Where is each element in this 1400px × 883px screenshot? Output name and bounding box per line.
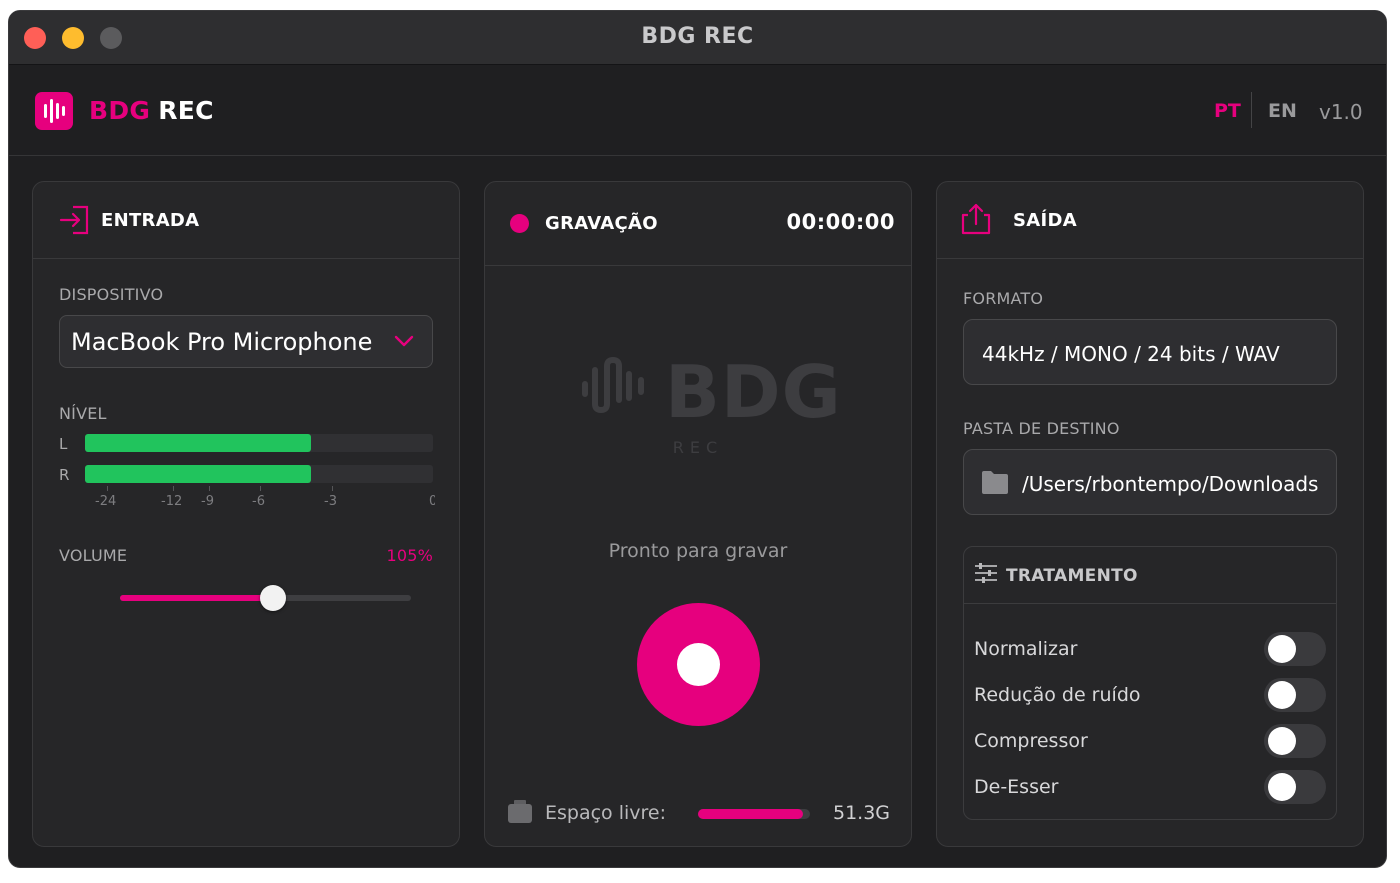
- treatment-header: TRATAMENTO: [964, 547, 1336, 604]
- normalize-toggle[interactable]: [1264, 632, 1326, 666]
- scale-tick: 0: [429, 494, 435, 508]
- watermark-main: BDG: [665, 350, 842, 434]
- record-status-text: Pronto para gravar: [608, 540, 788, 562]
- device-select[interactable]: MacBook Pro Microphone: [59, 315, 433, 368]
- treatment-panel: TRATAMENTO Normalizar Redução de ruído C…: [963, 546, 1337, 820]
- record-status-dot-icon: [510, 214, 529, 233]
- noise-reduction-toggle[interactable]: [1264, 678, 1326, 712]
- record-button-dot-icon: [677, 643, 720, 686]
- disk-icon: [508, 800, 532, 823]
- language-pt-button[interactable]: PT: [1214, 100, 1241, 122]
- app-header: BDG REC PT EN v1.0: [9, 66, 1386, 156]
- meter-left-fill: [85, 434, 312, 452]
- share-upload-icon: [961, 203, 991, 235]
- free-space-bar: [698, 809, 810, 819]
- volume-slider[interactable]: [120, 585, 411, 611]
- record-button[interactable]: [637, 603, 760, 726]
- brand-secondary: REC: [158, 96, 214, 125]
- record-panel-header: GRAVAÇÃO 00:00:00: [485, 182, 911, 266]
- sliders-icon: [975, 563, 997, 583]
- scale-tick: -9: [201, 494, 214, 509]
- meter-right: [85, 465, 433, 483]
- title-bar: BDG REC: [9, 11, 1386, 65]
- device-label: DISPOSITIVO: [59, 285, 164, 304]
- format-label: FORMATO: [963, 289, 1044, 308]
- free-space-value: 51.3G: [833, 802, 891, 824]
- folder-picker[interactable]: /Users/rbontempo/Downloads: [963, 449, 1337, 515]
- scale-tick: -3: [324, 494, 337, 509]
- free-space-label: Espaço livre:: [545, 802, 667, 824]
- folder-label: PASTA DE DESTINO: [963, 419, 1120, 438]
- toggle-knob: [1268, 635, 1296, 663]
- brand-primary: BDG: [89, 96, 151, 125]
- input-panel: ENTRADA DISPOSITIVO MacBook Pro Micropho…: [32, 181, 460, 847]
- language-en-button[interactable]: EN: [1268, 100, 1297, 122]
- watermark-sub: REC: [672, 438, 724, 457]
- output-panel-title: SAÍDA: [1013, 210, 1077, 231]
- chevron-down-icon: [394, 335, 414, 347]
- compressor-toggle[interactable]: [1264, 724, 1326, 758]
- folder-value: /Users/rbontempo/Downloads: [1022, 472, 1319, 496]
- toggle-label: Compressor: [974, 730, 1088, 752]
- scale-tick: -24: [95, 494, 117, 509]
- scale-tick-clip: 0: [429, 488, 435, 508]
- volume-label: VOLUME: [59, 546, 128, 565]
- waveform-logo-icon: [582, 356, 644, 414]
- toggle-knob: [1268, 727, 1296, 755]
- meter-right-label: R: [59, 466, 70, 484]
- record-panel: GRAVAÇÃO 00:00:00 BDG REC Pronto para gr…: [484, 181, 912, 847]
- volume-value: 105%: [386, 546, 433, 565]
- window-title: BDG REC: [641, 24, 754, 49]
- format-select[interactable]: 44kHz / MONO / 24 bits / WAV: [963, 319, 1337, 385]
- level-label: NÍVEL: [59, 404, 107, 423]
- app-window: BDG REC BDG REC PT EN v1.0 ENTRADA DISPOS…: [8, 10, 1387, 868]
- volume-slider-knob[interactable]: [259, 585, 286, 611]
- toggle-knob: [1268, 773, 1296, 801]
- toggle-label: Redução de ruído: [974, 684, 1141, 706]
- login-arrow-icon: [59, 205, 89, 235]
- toggle-row-de-esser: De-Esser: [974, 770, 1326, 806]
- input-panel-header: ENTRADA: [33, 182, 459, 259]
- output-panel-header: SAÍDA: [937, 182, 1363, 259]
- toggle-label: Normalizar: [974, 638, 1078, 660]
- tick-mark: [209, 486, 210, 491]
- app-version: v1.0: [1319, 100, 1363, 124]
- app-logo-icon: [35, 92, 73, 130]
- meter-right-fill: [85, 465, 312, 483]
- folder-icon: [982, 471, 1008, 494]
- toggle-row-compressor: Compressor: [974, 724, 1326, 760]
- tick-mark: [173, 486, 174, 491]
- meter-left: [85, 434, 433, 452]
- record-panel-title: GRAVAÇÃO: [545, 213, 658, 234]
- scale-tick: -6: [252, 494, 265, 509]
- toggle-knob: [1268, 681, 1296, 709]
- format-value: 44kHz / MONO / 24 bits / WAV: [982, 342, 1280, 366]
- tick-mark: [332, 486, 333, 491]
- input-panel-title: ENTRADA: [101, 210, 200, 231]
- tick-mark: [260, 486, 261, 491]
- device-select-value: MacBook Pro Microphone: [71, 328, 373, 356]
- scale-tick: -12: [161, 494, 183, 509]
- app-brand: BDG REC: [89, 96, 214, 125]
- treatment-title: TRATAMENTO: [1006, 566, 1138, 586]
- output-panel: SAÍDA FORMATO 44kHz / MONO / 24 bits / W…: [936, 181, 1364, 847]
- tick-mark: [107, 486, 108, 491]
- record-timer: 00:00:00: [786, 210, 895, 234]
- free-space-bar-fill: [698, 809, 804, 819]
- volume-slider-fill: [120, 595, 273, 601]
- toggle-row-noise-reduction: Redução de ruído: [974, 678, 1326, 714]
- meter-left-label: L: [59, 435, 68, 453]
- de-esser-toggle[interactable]: [1264, 770, 1326, 804]
- toggle-row-normalize: Normalizar: [974, 632, 1326, 668]
- language-divider: [1251, 92, 1252, 128]
- toggle-label: De-Esser: [974, 776, 1059, 798]
